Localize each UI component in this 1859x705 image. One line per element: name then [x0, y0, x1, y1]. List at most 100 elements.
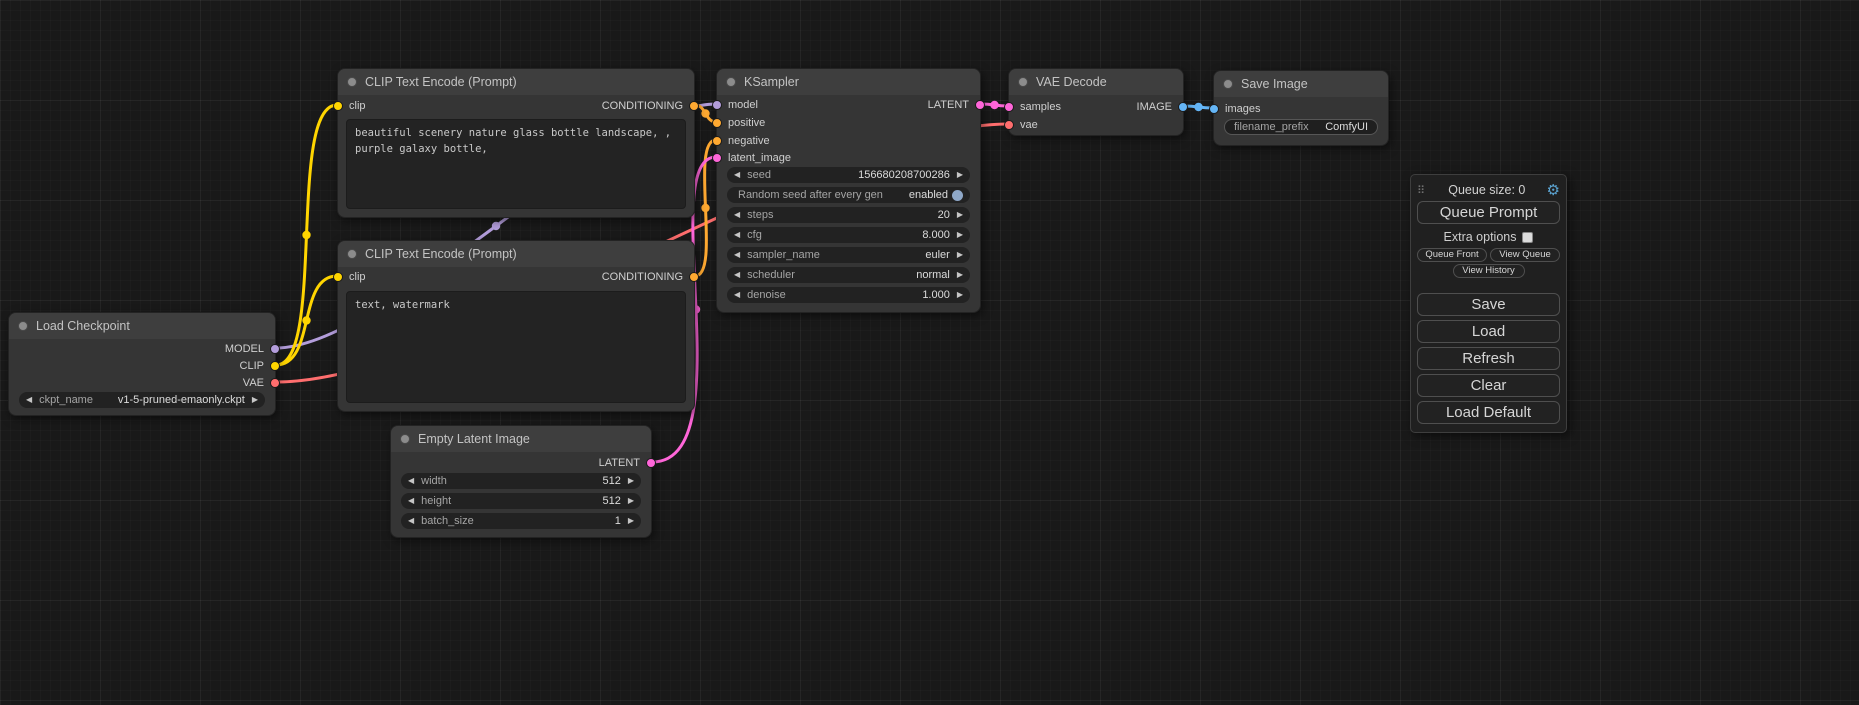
widget-sampler-name[interactable]: ◀ sampler_name euler ▶	[727, 247, 970, 263]
node-load-checkpoint[interactable]: Load Checkpoint MODEL CLIP VAE ◀ ckpt_na…	[8, 312, 276, 416]
port-dot-latent[interactable]	[646, 458, 656, 468]
port-dot-clip[interactable]	[270, 361, 280, 371]
node-title-bar[interactable]: CLIP Text Encode (Prompt)	[338, 69, 694, 95]
port-label: samples	[1020, 101, 1061, 113]
input-port-samples[interactable]: samples	[1004, 101, 1061, 113]
next-arrow-icon[interactable]: ▶	[957, 247, 963, 263]
output-port-model[interactable]: MODEL	[225, 343, 280, 355]
node-title-bar[interactable]: KSampler	[717, 69, 980, 95]
input-port-clip[interactable]: clip	[333, 100, 366, 112]
port-dot-clip[interactable]	[333, 101, 343, 111]
next-arrow-icon[interactable]: ▶	[252, 392, 258, 408]
node-title-bar[interactable]: VAE Decode	[1009, 69, 1183, 95]
widget-steps[interactable]: ◀ steps 20 ▶	[727, 207, 970, 223]
node-title-bar[interactable]: Load Checkpoint	[9, 313, 275, 339]
input-port-positive[interactable]: positive	[712, 117, 765, 129]
port-label: VAE	[243, 377, 264, 389]
input-port-negative[interactable]: negative	[712, 135, 770, 147]
increment-arrow-icon[interactable]: ▶	[628, 473, 634, 489]
widget-cfg[interactable]: ◀ cfg 8.000 ▶	[727, 227, 970, 243]
decrement-arrow-icon[interactable]: ◀	[734, 287, 740, 303]
input-port-clip[interactable]: clip	[333, 271, 366, 283]
widget-label: ckpt_name	[39, 394, 93, 406]
port-dot-vae[interactable]	[1004, 120, 1014, 130]
output-port-clip[interactable]: CLIP	[240, 360, 280, 372]
extra-options-checkbox[interactable]	[1522, 232, 1533, 243]
decrement-arrow-icon[interactable]: ◀	[408, 473, 414, 489]
prev-arrow-icon[interactable]: ◀	[26, 392, 32, 408]
output-port-latent[interactable]: LATENT	[928, 99, 985, 111]
decrement-arrow-icon[interactable]: ◀	[408, 513, 414, 529]
port-dot-images[interactable]	[1209, 104, 1219, 114]
refresh-button[interactable]: Refresh	[1417, 347, 1560, 370]
clear-button[interactable]: Clear	[1417, 374, 1560, 397]
queue-prompt-button[interactable]: Queue Prompt	[1417, 201, 1560, 224]
port-dot-model[interactable]	[712, 100, 722, 110]
increment-arrow-icon[interactable]: ▶	[957, 207, 963, 223]
widget-height[interactable]: ◀ height 512 ▶	[401, 493, 641, 509]
port-dot-conditioning[interactable]	[689, 272, 699, 282]
output-port-conditioning[interactable]: CONDITIONING	[602, 271, 699, 283]
next-arrow-icon[interactable]: ▶	[957, 267, 963, 283]
port-dot-clip[interactable]	[333, 272, 343, 282]
port-dot-vae[interactable]	[270, 378, 280, 388]
input-port-model[interactable]: model	[712, 99, 758, 111]
widget-filename-prefix[interactable]: filename_prefix ComfyUI	[1224, 119, 1378, 135]
port-label: vae	[1020, 119, 1038, 131]
widget-denoise[interactable]: ◀ denoise 1.000 ▶	[727, 287, 970, 303]
widget-batch-size[interactable]: ◀ batch_size 1 ▶	[401, 513, 641, 529]
input-port-latent-image[interactable]: latent_image	[712, 152, 791, 164]
node-title-bar[interactable]: CLIP Text Encode (Prompt)	[338, 241, 694, 267]
prompt-textarea[interactable]: beautiful scenery nature glass bottle la…	[346, 119, 686, 209]
output-port-latent[interactable]: LATENT	[599, 457, 656, 469]
decrement-arrow-icon[interactable]: ◀	[734, 227, 740, 243]
output-port-image[interactable]: IMAGE	[1137, 101, 1188, 113]
node-save-image[interactable]: Save Image images filename_prefix ComfyU…	[1213, 70, 1389, 146]
node-clip-text-encode-positive[interactable]: CLIP Text Encode (Prompt) clip CONDITION…	[337, 68, 695, 218]
prev-arrow-icon[interactable]: ◀	[734, 247, 740, 263]
widget-width[interactable]: ◀ width 512 ▶	[401, 473, 641, 489]
queue-front-button[interactable]: Queue Front	[1417, 248, 1487, 262]
decrement-arrow-icon[interactable]: ◀	[408, 493, 414, 509]
toggle-knob-icon[interactable]	[952, 190, 963, 201]
widget-random-seed-toggle[interactable]: Random seed after every gen enabled	[727, 187, 970, 203]
view-queue-button[interactable]: View Queue	[1490, 248, 1560, 262]
port-dot-negative[interactable]	[712, 136, 722, 146]
port-dot-model[interactable]	[270, 344, 280, 354]
load-default-button[interactable]: Load Default	[1417, 401, 1560, 424]
decrement-arrow-icon[interactable]: ◀	[734, 167, 740, 183]
output-port-vae[interactable]: VAE	[243, 377, 280, 389]
settings-gear-icon[interactable]: ⚙	[1547, 181, 1560, 199]
port-dot-positive[interactable]	[712, 118, 722, 128]
increment-arrow-icon[interactable]: ▶	[628, 513, 634, 529]
port-dot-latent[interactable]	[975, 100, 985, 110]
prompt-textarea[interactable]: text, watermark	[346, 291, 686, 403]
node-empty-latent-image[interactable]: Empty Latent Image LATENT ◀ width 512 ▶ …	[390, 425, 652, 538]
node-title-bar[interactable]: Empty Latent Image	[391, 426, 651, 452]
save-button[interactable]: Save	[1417, 293, 1560, 316]
node-ksampler[interactable]: KSampler model positive negative latent_…	[716, 68, 981, 313]
drag-handle-icon[interactable]: ⠿	[1417, 184, 1425, 197]
increment-arrow-icon[interactable]: ▶	[957, 287, 963, 303]
widget-seed[interactable]: ◀ seed 156680208700286 ▶	[727, 167, 970, 183]
port-dot-samples[interactable]	[1004, 102, 1014, 112]
prev-arrow-icon[interactable]: ◀	[734, 267, 740, 283]
node-title-bar[interactable]: Save Image	[1214, 71, 1388, 97]
node-vae-decode[interactable]: VAE Decode samples vae IMAGE	[1008, 68, 1184, 136]
load-button[interactable]: Load	[1417, 320, 1560, 343]
node-graph-canvas[interactable]: Load Checkpoint MODEL CLIP VAE ◀ ckpt_na…	[0, 0, 1859, 705]
output-port-conditioning[interactable]: CONDITIONING	[602, 100, 699, 112]
decrement-arrow-icon[interactable]: ◀	[734, 207, 740, 223]
input-port-images[interactable]: images	[1209, 103, 1260, 115]
increment-arrow-icon[interactable]: ▶	[957, 167, 963, 183]
increment-arrow-icon[interactable]: ▶	[957, 227, 963, 243]
view-history-button[interactable]: View History	[1453, 264, 1525, 278]
widget-scheduler[interactable]: ◀ scheduler normal ▶	[727, 267, 970, 283]
node-clip-text-encode-negative[interactable]: CLIP Text Encode (Prompt) clip CONDITION…	[337, 240, 695, 412]
input-port-vae[interactable]: vae	[1004, 119, 1038, 131]
port-dot-image[interactable]	[1178, 102, 1188, 112]
port-dot-latent-image[interactable]	[712, 153, 722, 163]
port-dot-conditioning[interactable]	[689, 101, 699, 111]
widget-ckpt-name[interactable]: ◀ ckpt_name v1-5-pruned-emaonly.ckpt ▶	[19, 392, 265, 408]
increment-arrow-icon[interactable]: ▶	[628, 493, 634, 509]
